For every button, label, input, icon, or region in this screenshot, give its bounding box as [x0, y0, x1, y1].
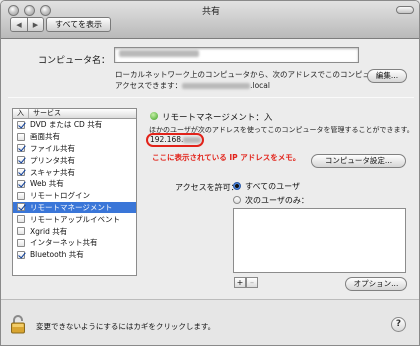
- service-label: Bluetooth 共有: [30, 250, 84, 260]
- service-checkbox[interactable]: [17, 120, 25, 129]
- all-users-label[interactable]: すべてのユーザ: [245, 181, 300, 192]
- all-users-radio[interactable]: [233, 182, 241, 190]
- lock-icon[interactable]: [10, 314, 26, 334]
- network-description-line1: ローカルネットワーク上のコンピュータから、次のアドレスでこのコンピュータに: [115, 70, 393, 79]
- network-address-prefix: アクセスできます：: [115, 81, 183, 90]
- service-label: ファイル共有: [30, 143, 75, 153]
- back-forward-control: ◀ ▶: [10, 17, 44, 32]
- status-indicator-icon: [150, 112, 158, 120]
- service-checkbox-cell: [13, 120, 29, 129]
- back-button[interactable]: ◀: [11, 18, 27, 31]
- service-label: スキャナ共有: [30, 167, 75, 177]
- service-label: リモートログイン: [30, 191, 90, 201]
- services-list-header: 入 サービス: [13, 109, 136, 119]
- service-row[interactable]: プリンタ共有: [13, 154, 136, 166]
- network-description-line2: アクセスできます： .local: [115, 80, 393, 91]
- service-row[interactable]: Web 共有: [13, 178, 136, 190]
- column-service[interactable]: サービス: [29, 109, 61, 118]
- window-title: 共有: [201, 7, 220, 17]
- service-row[interactable]: ファイル共有: [13, 143, 136, 155]
- service-checkbox-cell: [13, 191, 29, 200]
- service-checkbox-cell: [13, 215, 29, 224]
- service-checkbox-cell: [13, 144, 29, 153]
- service-row[interactable]: Xgrid 共有: [13, 225, 136, 237]
- service-row[interactable]: インターネット共有: [13, 237, 136, 249]
- service-checkbox[interactable]: [17, 215, 25, 224]
- service-checkbox[interactable]: [17, 156, 25, 165]
- column-on[interactable]: 入: [13, 109, 29, 118]
- service-label: Web 共有: [30, 179, 64, 189]
- allowed-users-list[interactable]: [233, 208, 406, 273]
- local-suffix: .local: [250, 81, 270, 90]
- service-label: Xgrid 共有: [30, 226, 68, 236]
- service-checkbox[interactable]: [17, 191, 25, 200]
- computer-name-field[interactable]: [114, 47, 359, 63]
- access-label: アクセスを許可：: [175, 183, 239, 192]
- service-checkbox-cell: [13, 179, 29, 188]
- forward-button[interactable]: ▶: [27, 18, 43, 31]
- service-label: インターネット共有: [30, 238, 98, 248]
- service-label: プリンタ共有: [30, 155, 75, 165]
- service-checkbox[interactable]: [17, 168, 25, 177]
- service-row[interactable]: スキャナ共有: [13, 166, 136, 178]
- sharing-window: 共有 ◀ ▶ すべてを表示 コンピュータ名： ローカルネットワーク上のコンピュー…: [0, 0, 420, 346]
- service-row[interactable]: リモートマネージメント: [13, 201, 136, 214]
- lock-message: 変更できないようにするにはカギをクリックします。: [36, 322, 216, 331]
- service-label: 画面共有: [30, 132, 60, 142]
- service-checkbox[interactable]: [17, 179, 25, 188]
- service-label: リモートアップルイベント: [30, 214, 120, 224]
- service-checkbox-cell: [13, 238, 29, 247]
- service-checkbox-cell: [13, 132, 29, 141]
- services-rows: DVD または CD 共有 画面共有 ファイル共有 プリンタ共有 スキャナ共有 Web 共…: [13, 119, 136, 261]
- show-all-button[interactable]: すべてを表示: [46, 17, 111, 32]
- only-users-radio[interactable]: [233, 196, 241, 204]
- service-row[interactable]: Bluetooth 共有: [13, 249, 136, 261]
- service-row[interactable]: リモートログイン: [13, 190, 136, 202]
- annotation-circle: [146, 133, 204, 147]
- computer-settings-button[interactable]: コンピュータ設定...: [311, 154, 406, 168]
- options-button[interactable]: オプション...: [345, 277, 407, 291]
- service-checkbox[interactable]: [17, 203, 25, 212]
- computer-name-value: [119, 50, 199, 57]
- service-label: DVD または CD 共有: [30, 120, 103, 130]
- service-checkbox[interactable]: [17, 132, 25, 141]
- annotation-text: ここに表示されている IP アドレスをメモ。: [152, 153, 301, 162]
- local-hostname-blurred: [182, 83, 251, 89]
- service-status: リモートマネージメント：入: [162, 113, 273, 123]
- remove-user-button[interactable]: –: [246, 277, 258, 288]
- only-users-label[interactable]: 次のユーザのみ：: [245, 195, 309, 206]
- computer-name-label: コンピュータ名：: [38, 56, 111, 66]
- service-checkbox-cell: [13, 227, 29, 236]
- service-checkbox-cell: [13, 156, 29, 165]
- toolbar-toggle-button[interactable]: [396, 6, 414, 14]
- service-checkbox-cell: [13, 250, 29, 259]
- service-checkbox[interactable]: [17, 250, 25, 259]
- service-row[interactable]: リモートアップルイベント: [13, 213, 136, 225]
- help-button[interactable]: ?: [391, 317, 406, 332]
- network-address-description: ローカルネットワーク上のコンピュータから、次のアドレスでこのコンピュータに アク…: [115, 69, 393, 91]
- service-checkbox-cell: [13, 168, 29, 177]
- service-checkbox[interactable]: [17, 238, 25, 247]
- service-row[interactable]: DVD または CD 共有: [13, 119, 136, 131]
- service-checkbox[interactable]: [17, 227, 25, 236]
- service-checkbox[interactable]: [17, 144, 25, 153]
- title-bar: 共有 ◀ ▶ すべてを表示: [1, 1, 419, 39]
- services-list[interactable]: 入 サービス DVD または CD 共有 画面共有 ファイル共有 プリンタ共有 スキャナ…: [12, 108, 137, 276]
- service-label: リモートマネージメント: [30, 202, 113, 212]
- service-checkbox-cell: [13, 203, 29, 212]
- service-row[interactable]: 画面共有: [13, 131, 136, 143]
- edit-button[interactable]: 編集...: [367, 69, 407, 83]
- divider: [8, 97, 414, 98]
- add-user-button[interactable]: +: [234, 277, 246, 288]
